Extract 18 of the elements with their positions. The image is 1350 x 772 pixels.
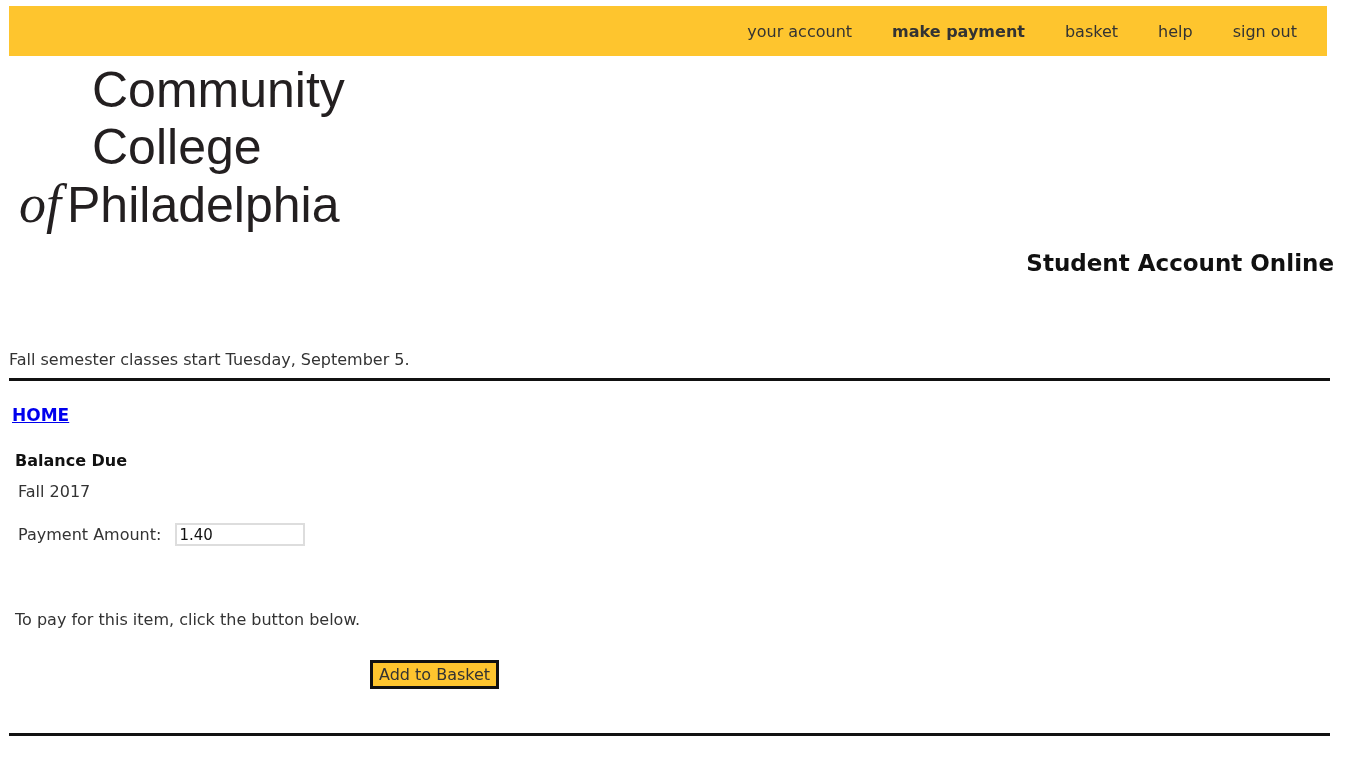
nav-link[interactable]: basket bbox=[1064, 21, 1119, 41]
site-title: Student Account Online bbox=[1026, 250, 1334, 278]
instruction-text: To pay for this item, click the button below. bbox=[15, 610, 362, 629]
section-title: Balance Due bbox=[15, 451, 129, 470]
add-to-basket-button[interactable]: Add to Basket bbox=[370, 660, 500, 689]
nav-link[interactable]: sign out bbox=[1232, 21, 1297, 41]
notice-text: Fall semester classes start Tuesday, September 5. bbox=[9, 350, 411, 369]
logo-text: of bbox=[17, 176, 67, 233]
nav-link[interactable]: make payment bbox=[892, 21, 1025, 41]
home-link[interactable]: HOME bbox=[12, 405, 70, 425]
logo-text: Community bbox=[91, 62, 345, 119]
term-label: Fall 2017 bbox=[18, 482, 92, 501]
nav-link[interactable]: your account bbox=[747, 21, 853, 41]
logo-text: Philadelphia bbox=[67, 177, 340, 234]
field-label: Payment Amount: bbox=[18, 525, 162, 544]
logo-text: College bbox=[91, 119, 262, 176]
payment-amount-field[interactable]: 1.40 bbox=[175, 523, 306, 546]
nav-link[interactable]: help bbox=[1158, 21, 1193, 41]
